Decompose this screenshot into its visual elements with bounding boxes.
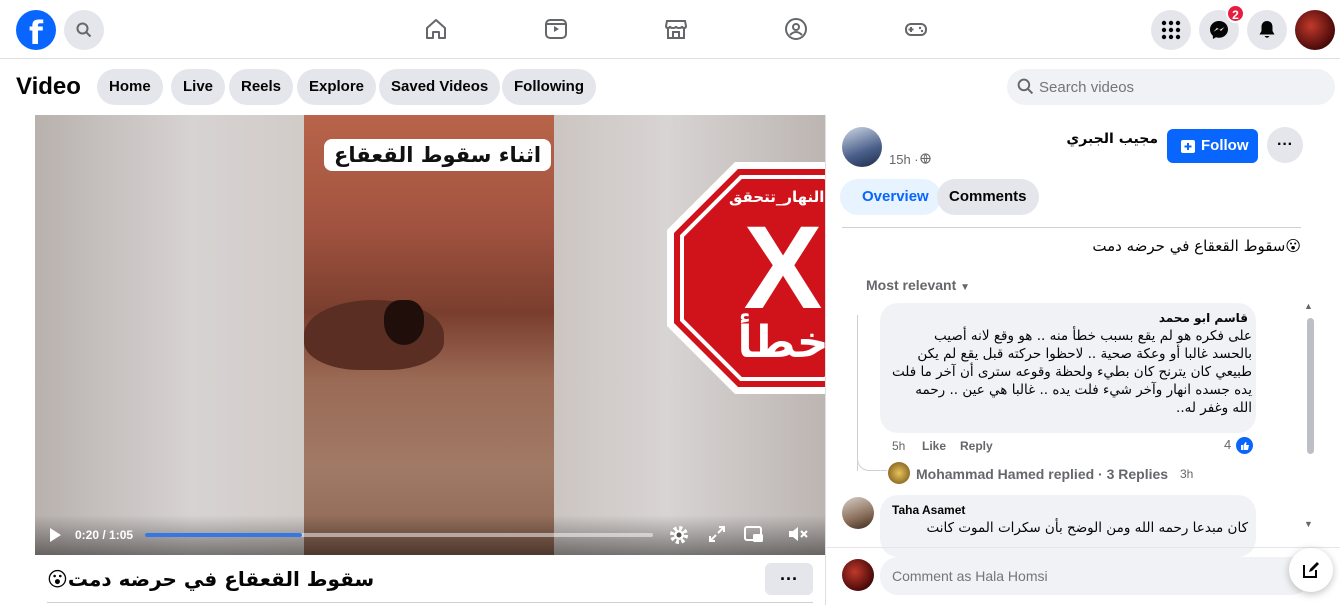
- rock-overhang: [304, 300, 444, 370]
- menu-grid-icon: [1161, 20, 1181, 40]
- search-icon: [76, 22, 92, 38]
- author-avatar[interactable]: [842, 127, 882, 167]
- comments-scrollbar[interactable]: [1307, 318, 1314, 454]
- gear-icon: [670, 526, 688, 544]
- divider: [47, 602, 813, 603]
- page-title: Video: [16, 73, 81, 100]
- play-icon: [50, 528, 61, 542]
- messenger-icon: [1210, 21, 1228, 39]
- notifications-button[interactable]: [1247, 10, 1287, 50]
- compose-icon: [1303, 562, 1319, 578]
- marketplace-icon: [664, 20, 688, 39]
- divider: [842, 227, 1301, 228]
- tab-following[interactable]: Following: [502, 69, 596, 105]
- video-caption: اثناء سقوط القعقاع: [324, 139, 552, 171]
- globe-icon: [920, 153, 931, 164]
- nav-groups[interactable]: [781, 14, 811, 44]
- video-time: 0:20 / 1:05: [75, 528, 134, 542]
- volume-muted-icon: [789, 527, 808, 541]
- author-name[interactable]: مجيب الجبري: [976, 131, 1158, 147]
- caret-down-icon: ▼: [960, 282, 971, 293]
- scroll-down-arrow[interactable]: ▼: [1304, 519, 1313, 529]
- expand-icon: [709, 526, 725, 542]
- like-reaction[interactable]: [1236, 437, 1253, 454]
- follow-plus-icon: [1181, 140, 1195, 153]
- video-more-button[interactable]: ···: [765, 563, 813, 595]
- divider: [826, 547, 1340, 548]
- commenter-avatar[interactable]: [842, 497, 874, 529]
- video-title: سقوط القعقاع في حرضه دمت😮: [47, 567, 375, 591]
- comment-like-count: 4: [1224, 437, 1232, 452]
- reply-avatar[interactable]: [888, 462, 910, 484]
- tab-live[interactable]: Live: [171, 69, 226, 105]
- profile-avatar[interactable]: [1295, 10, 1335, 50]
- comment-like-button[interactable]: Like: [922, 439, 946, 453]
- comment-composer[interactable]: [880, 557, 1310, 595]
- comment-sort-dropdown[interactable]: Most relevant ▼: [866, 277, 970, 293]
- comment-time[interactable]: 5h: [892, 439, 905, 453]
- comment-bubble: قاسم ابو محمد على فكره هو لم يقع بسبب خط…: [880, 303, 1256, 433]
- search-videos-input[interactable]: [1039, 69, 1319, 105]
- replies-time: 3h: [1180, 467, 1194, 481]
- video-progress-bar[interactable]: [145, 533, 653, 537]
- menu-button[interactable]: [1151, 10, 1191, 50]
- tab-home[interactable]: Home: [97, 69, 163, 105]
- video-progress-fill: [145, 533, 303, 537]
- cave-opening: [384, 300, 424, 345]
- view-replies-link[interactable]: Mohammad Hamed replied · 3 Replies: [916, 466, 1168, 482]
- post-more-button[interactable]: ···: [1267, 127, 1303, 163]
- picture-in-picture-icon: [744, 526, 763, 542]
- nav-home[interactable]: [421, 14, 451, 44]
- comment-reply-button[interactable]: Reply: [960, 439, 993, 453]
- tab-reels[interactable]: Reels: [229, 69, 294, 105]
- top-navbar: f 2: [0, 0, 1340, 59]
- play-button[interactable]: [47, 527, 63, 548]
- pip-button[interactable]: [743, 524, 765, 546]
- composer-avatar: [842, 559, 874, 591]
- thumbs-up-icon: [1240, 441, 1249, 450]
- groups-icon: [785, 18, 807, 40]
- search-button[interactable]: [64, 10, 104, 50]
- tab-saved-videos[interactable]: Saved Videos: [379, 69, 501, 105]
- tab-overview[interactable]: Overview: [840, 179, 941, 215]
- comment-text: على فكره هو لم يقع بسبب خطأ منه .. هو وق…: [892, 328, 1252, 416]
- post-description: 😮سقوط القعقاع في حرضه دمت: [1092, 237, 1301, 255]
- fullscreen-button[interactable]: [707, 524, 729, 546]
- nav-gaming[interactable]: [901, 14, 931, 44]
- search-videos-box[interactable]: [1007, 69, 1335, 105]
- scroll-up-arrow[interactable]: ▲: [1304, 301, 1313, 311]
- comment-author[interactable]: Taha Asamet: [892, 503, 965, 517]
- home-icon: [426, 19, 446, 39]
- video-icon: [545, 19, 567, 39]
- comment-author[interactable]: قاسم ابو محمد: [896, 311, 1248, 325]
- tab-explore[interactable]: Explore: [297, 69, 377, 105]
- video-controls: 0:20 / 1:05: [35, 515, 825, 555]
- video-frame: اثناء سقوط القعقاع: [304, 115, 554, 555]
- video-subnav: Video Home Live Reels Explore Saved Vide…: [0, 59, 1340, 115]
- follow-label: Follow: [1201, 137, 1249, 154]
- facebook-logo[interactable]: f: [16, 10, 56, 50]
- search-icon: [1017, 78, 1034, 95]
- thread-line: [857, 315, 858, 471]
- post-time[interactable]: 15h ·: [889, 152, 919, 167]
- nav-video[interactable]: [541, 14, 571, 44]
- tab-comments[interactable]: Comments: [937, 179, 1039, 215]
- comment-text: كان مبدعا رحمه الله ومن الوضح بأن سكرات …: [926, 520, 1248, 536]
- messenger-badge: 2: [1226, 4, 1245, 23]
- thread-connector: [857, 455, 887, 471]
- new-message-button[interactable]: [1289, 548, 1333, 592]
- follow-button[interactable]: Follow: [1167, 129, 1258, 163]
- sort-label: Most relevant: [866, 277, 957, 293]
- gaming-icon: [905, 23, 927, 36]
- nav-marketplace[interactable]: [661, 14, 691, 44]
- settings-button[interactable]: [668, 524, 690, 546]
- post-details-panel: مجيب الجبري 15h · Follow ··· Overview Co…: [825, 115, 1340, 605]
- comment-input[interactable]: [892, 557, 1272, 595]
- bell-icon: [1259, 21, 1275, 38]
- mute-button[interactable]: [787, 524, 809, 546]
